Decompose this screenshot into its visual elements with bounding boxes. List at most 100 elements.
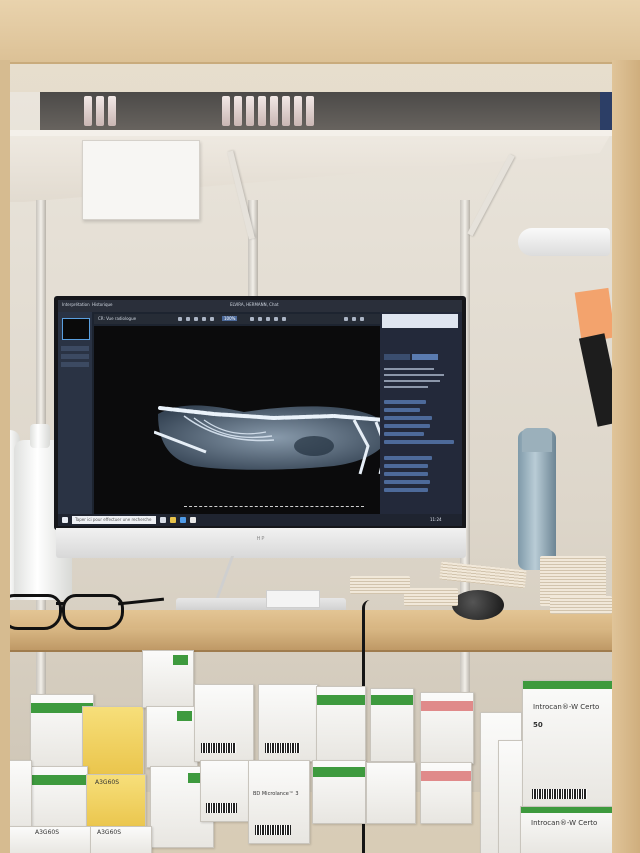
introcan-box: Introcan®-W Certo 50 — [522, 680, 616, 808]
supply-box — [420, 762, 472, 824]
cat-xray-image — [154, 405, 390, 475]
report-field[interactable] — [384, 456, 432, 460]
panel-button[interactable] — [61, 346, 89, 351]
introcan-label: Introcan®-W Certo — [533, 703, 600, 711]
introcan-box: Introcan®-W Certo — [520, 806, 616, 853]
paper-note — [82, 140, 200, 220]
usb-dongle — [266, 590, 320, 608]
panel-button[interactable] — [61, 362, 89, 367]
browser-icon[interactable] — [180, 517, 186, 523]
upper-compartment — [40, 92, 610, 134]
app-icon[interactable] — [190, 517, 196, 523]
report-field[interactable] — [384, 408, 420, 412]
report-tab-active[interactable] — [412, 354, 438, 360]
sample-tube — [222, 96, 230, 126]
flip-icon[interactable] — [210, 317, 214, 321]
reset-icon[interactable] — [282, 317, 286, 321]
horizontal-ruler — [184, 506, 364, 509]
monitor-screen: Interprétation Historique ELVIRA, HERMAN… — [58, 300, 462, 526]
report-text-line — [384, 380, 440, 382]
supply-box: BD Microlance™ 3 — [248, 760, 310, 844]
gauze-packets — [550, 596, 612, 614]
rotate-icon[interactable] — [186, 317, 190, 321]
contrast-icon[interactable] — [250, 317, 254, 321]
report-header — [382, 314, 458, 328]
eyeglasses-lens — [62, 594, 124, 630]
window-title: ELVIRA, HERMANN, Chat — [230, 302, 279, 307]
invert-icon[interactable] — [258, 317, 262, 321]
cabinet-right-frame — [612, 60, 640, 853]
report-field[interactable] — [384, 464, 428, 468]
supply-box — [142, 650, 194, 708]
report-field[interactable] — [384, 488, 428, 492]
patient-tab[interactable]: CR: Vue radiologue — [98, 316, 136, 321]
introcan-label-lower: Introcan®-W Certo — [531, 819, 598, 827]
bottle-nozzle — [30, 424, 50, 448]
report-field[interactable] — [384, 480, 430, 484]
report-field[interactable] — [384, 424, 430, 428]
sample-tube — [306, 96, 314, 126]
wall-pipe — [518, 228, 610, 256]
bd-label: BD Microlance™ 3 — [253, 791, 299, 797]
supply-box: A3G60S — [0, 826, 92, 853]
report-text-line — [384, 374, 444, 376]
measure-icon[interactable] — [194, 317, 198, 321]
title-bar: Interprétation Historique ELVIRA, HERMAN… — [58, 300, 462, 312]
upper-shelf-edge — [0, 130, 612, 136]
menu-item-history[interactable]: Historique — [92, 302, 113, 307]
sample-tube — [270, 96, 278, 126]
supply-box — [420, 692, 474, 764]
xray-viewport[interactable] — [94, 326, 399, 516]
report-field[interactable] — [384, 432, 424, 436]
sample-tube — [282, 96, 290, 126]
supply-box — [316, 686, 366, 762]
handwritten-label: A3G60S — [35, 829, 60, 836]
report-field[interactable] — [384, 416, 432, 420]
settings-icon[interactable] — [344, 317, 348, 321]
handwritten-label: A3G60S — [97, 829, 122, 836]
zoom-icon[interactable] — [178, 317, 182, 321]
handwritten-label: A3G60S — [95, 779, 120, 786]
supply-box — [30, 766, 88, 830]
report-field[interactable] — [384, 472, 428, 476]
image-thumbnail[interactable] — [62, 318, 90, 340]
study-panel — [58, 312, 92, 514]
supply-box: A3G60S — [86, 774, 146, 830]
taskbar-clock: 11:24 — [430, 517, 442, 522]
supply-box — [146, 706, 198, 768]
wooden-shelf-front — [0, 628, 614, 652]
report-text-line — [384, 386, 428, 388]
task-view-icon[interactable] — [160, 517, 166, 523]
annotate-icon[interactable] — [266, 317, 270, 321]
cabinet-left-frame — [0, 60, 10, 853]
taskbar-search-input[interactable]: Taper ici pour effectuer une recherche — [72, 516, 156, 524]
windows-start-icon[interactable] — [62, 517, 68, 523]
monitor-brand: HP — [256, 536, 266, 542]
introcan-count: 50 — [533, 721, 543, 729]
pan-icon[interactable] — [202, 317, 206, 321]
report-field[interactable] — [384, 400, 426, 404]
text-icon[interactable] — [274, 317, 278, 321]
supply-box — [370, 688, 414, 762]
sample-tube — [234, 96, 242, 126]
menu-item-interpretation[interactable]: Interprétation — [62, 302, 90, 307]
panel-button[interactable] — [61, 354, 89, 359]
report-text-line — [384, 368, 434, 370]
zoom-level[interactable]: 100% — [222, 316, 238, 321]
layout-icon[interactable] — [352, 317, 356, 321]
cabinet-top-frame — [0, 0, 640, 64]
report-panel — [380, 312, 462, 514]
computer-mouse[interactable] — [452, 590, 504, 620]
sample-tube — [258, 96, 266, 126]
supply-box — [194, 684, 254, 762]
sample-tube — [96, 96, 104, 126]
folder-icon[interactable] — [170, 517, 176, 523]
print-icon[interactable] — [360, 317, 364, 321]
report-field[interactable] — [384, 440, 454, 444]
paper-stack — [350, 576, 410, 594]
supply-box — [82, 706, 144, 776]
orange-card — [574, 287, 616, 343]
supply-box — [258, 684, 318, 762]
report-tab[interactable] — [384, 354, 410, 360]
spray-bottle-cap — [522, 428, 552, 452]
